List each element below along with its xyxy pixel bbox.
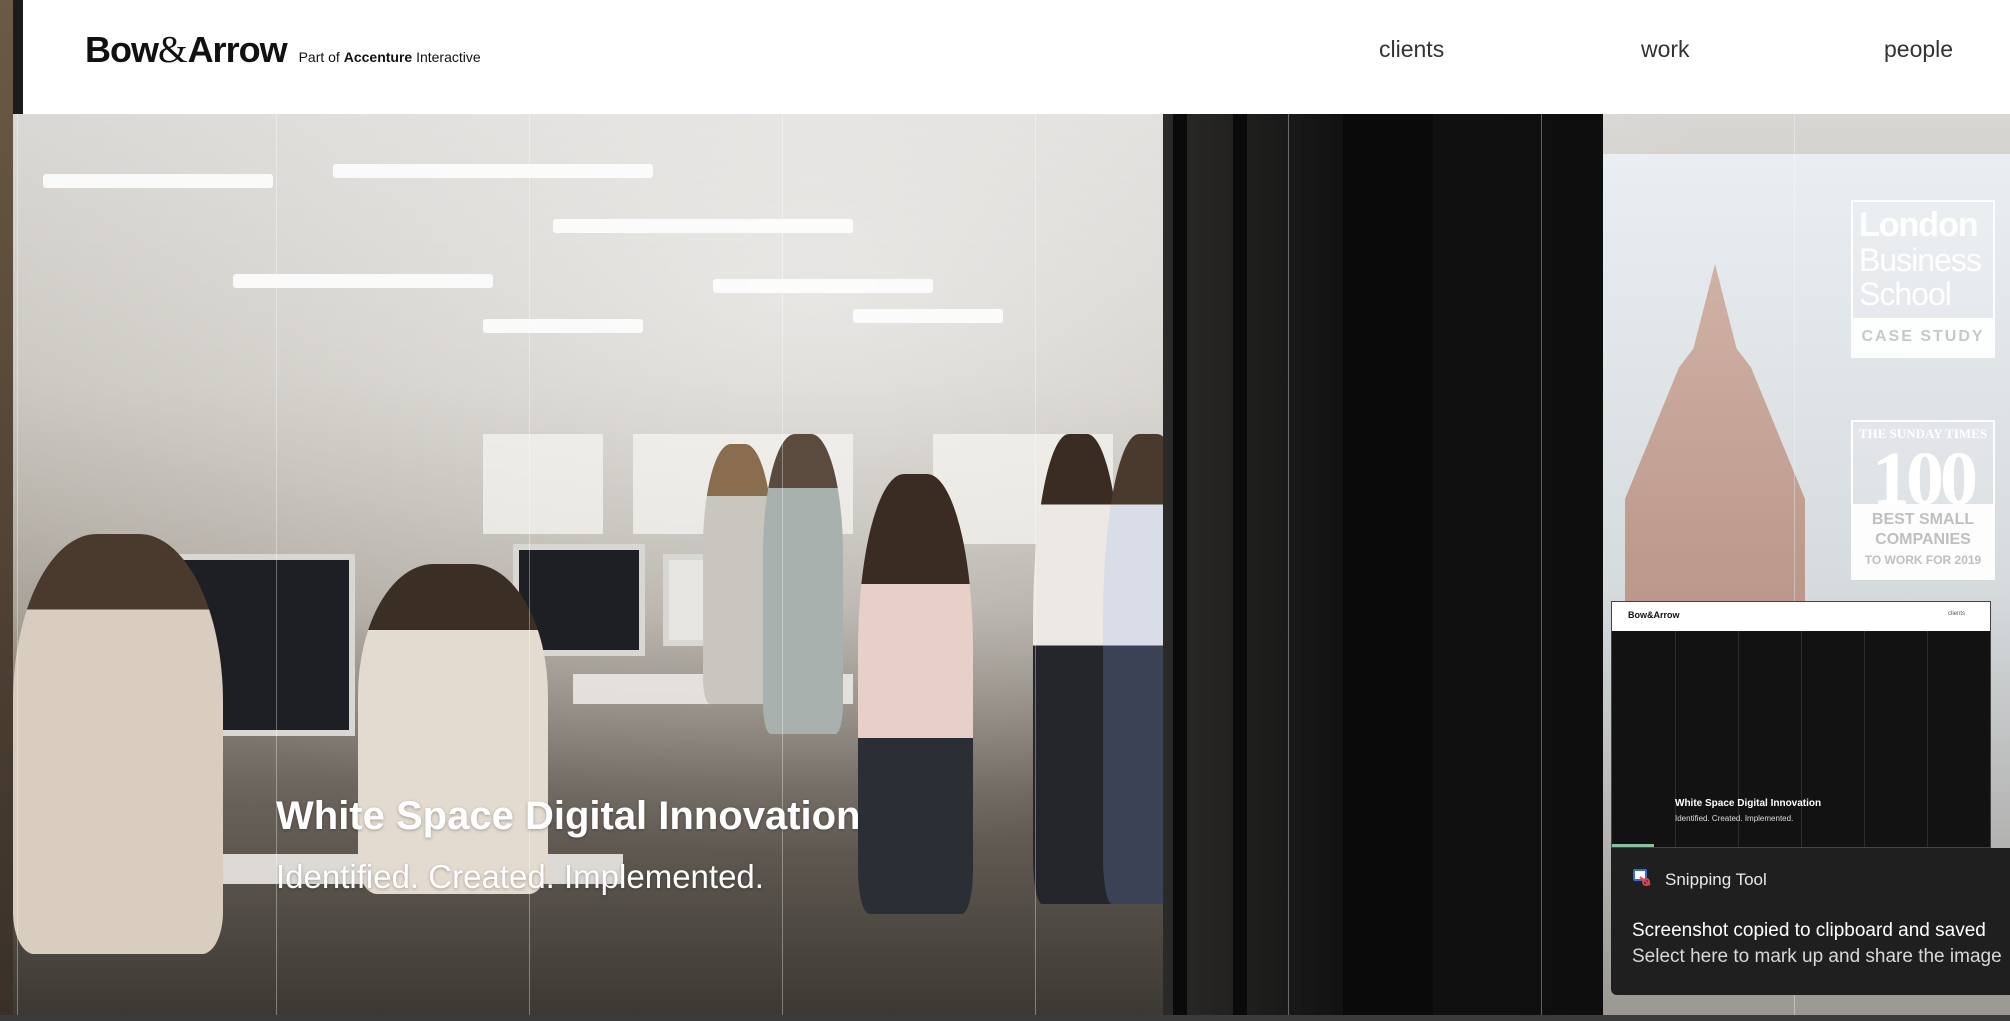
notification-message: Screenshot copied to clipboard and saved bbox=[1632, 920, 1986, 941]
sunday-times-caption: BEST SMALL COMPANIES TO WORK FOR 2019 bbox=[1853, 504, 1993, 578]
glass-frame bbox=[1343, 114, 1433, 1015]
thumbnail-grid-line bbox=[1864, 631, 1865, 847]
ceiling-light bbox=[43, 174, 273, 188]
thumbnail-nav: clients bbox=[1948, 611, 1966, 617]
thumbnail-progress-bar bbox=[1612, 844, 1654, 847]
snipping-tool-thumbnail[interactable]: Bow&Arrow clients White Space Digital In… bbox=[1611, 601, 1991, 848]
notification-action-text[interactable]: Select here to mark up and share the ima… bbox=[1632, 946, 2002, 968]
lbs-case-study-label: CASE STUDY bbox=[1853, 318, 1993, 356]
site-header: Bow & Arrow Part of Accenture Interactiv… bbox=[23, 0, 2010, 114]
snipping-tool-icon bbox=[1632, 868, 1652, 886]
bottom-edge bbox=[0, 1015, 2010, 1021]
ceiling-light bbox=[483, 319, 643, 333]
person-standing bbox=[763, 434, 843, 734]
thumbnail-grid-line bbox=[1801, 631, 1802, 847]
grid-line bbox=[1035, 114, 1036, 1015]
grid-line bbox=[1541, 114, 1542, 1015]
lbs-line-business: Business bbox=[1859, 242, 1982, 278]
snipping-tool-notification[interactable]: Snipping Tool Screenshot copied to clipb… bbox=[1611, 848, 2010, 995]
lbs-line-school: School bbox=[1859, 276, 1952, 312]
logo-text-arrow: Arrow bbox=[187, 29, 288, 70]
bow-and-arrow-logo[interactable]: Bow & Arrow Part of Accenture Interactiv… bbox=[85, 28, 481, 72]
glass-frame bbox=[1173, 114, 1187, 1015]
ceiling-light bbox=[333, 164, 653, 178]
person-standing bbox=[858, 474, 973, 914]
hero-title: White Space Digital Innovation bbox=[276, 794, 861, 838]
ceiling-light bbox=[233, 274, 493, 288]
grid-line bbox=[17, 114, 18, 1015]
nav-link-clients[interactable]: clients bbox=[1379, 36, 1444, 63]
thumbnail-subtitle: Identified. Created. Implemented. bbox=[1675, 814, 1794, 823]
left-window-edge bbox=[0, 0, 13, 1021]
grid-line bbox=[1288, 114, 1289, 1015]
logo-text-bow: Bow bbox=[85, 29, 159, 70]
ceiling-light bbox=[853, 309, 1003, 323]
glass-frame bbox=[1233, 114, 1247, 1015]
sunday-times-100-badge[interactable]: THE SUNDAY TIMES 100 BEST SMALL COMPANIE… bbox=[1851, 420, 1995, 580]
nav-link-people[interactable]: people bbox=[1884, 36, 1953, 63]
logo-tagline: Part of Accenture Interactive bbox=[298, 49, 481, 65]
hero-subtitle: Identified. Created. Implemented. bbox=[276, 858, 764, 895]
person-seated bbox=[358, 564, 548, 894]
ceiling-light bbox=[713, 279, 933, 293]
thumbnail-logo: Bow&Arrow bbox=[1628, 610, 1680, 620]
london-business-school-badge[interactable]: London Business School CASE STUDY bbox=[1851, 200, 1995, 358]
person-seated bbox=[13, 534, 223, 954]
browser-page: White Space Digital Innovation Identifie… bbox=[0, 0, 2010, 1021]
ceiling-light bbox=[553, 219, 853, 233]
thumbnail-title: White Space Digital Innovation bbox=[1675, 798, 1822, 809]
nav-link-work[interactable]: work bbox=[1641, 36, 1690, 63]
lbs-line-london: London bbox=[1859, 206, 1979, 244]
logo-ampersand: & bbox=[158, 29, 188, 71]
thumbnail-grid-line bbox=[1927, 631, 1928, 847]
grid-line bbox=[782, 114, 783, 1015]
back-window bbox=[483, 434, 603, 534]
notification-app-name: Snipping Tool bbox=[1665, 870, 1767, 889]
